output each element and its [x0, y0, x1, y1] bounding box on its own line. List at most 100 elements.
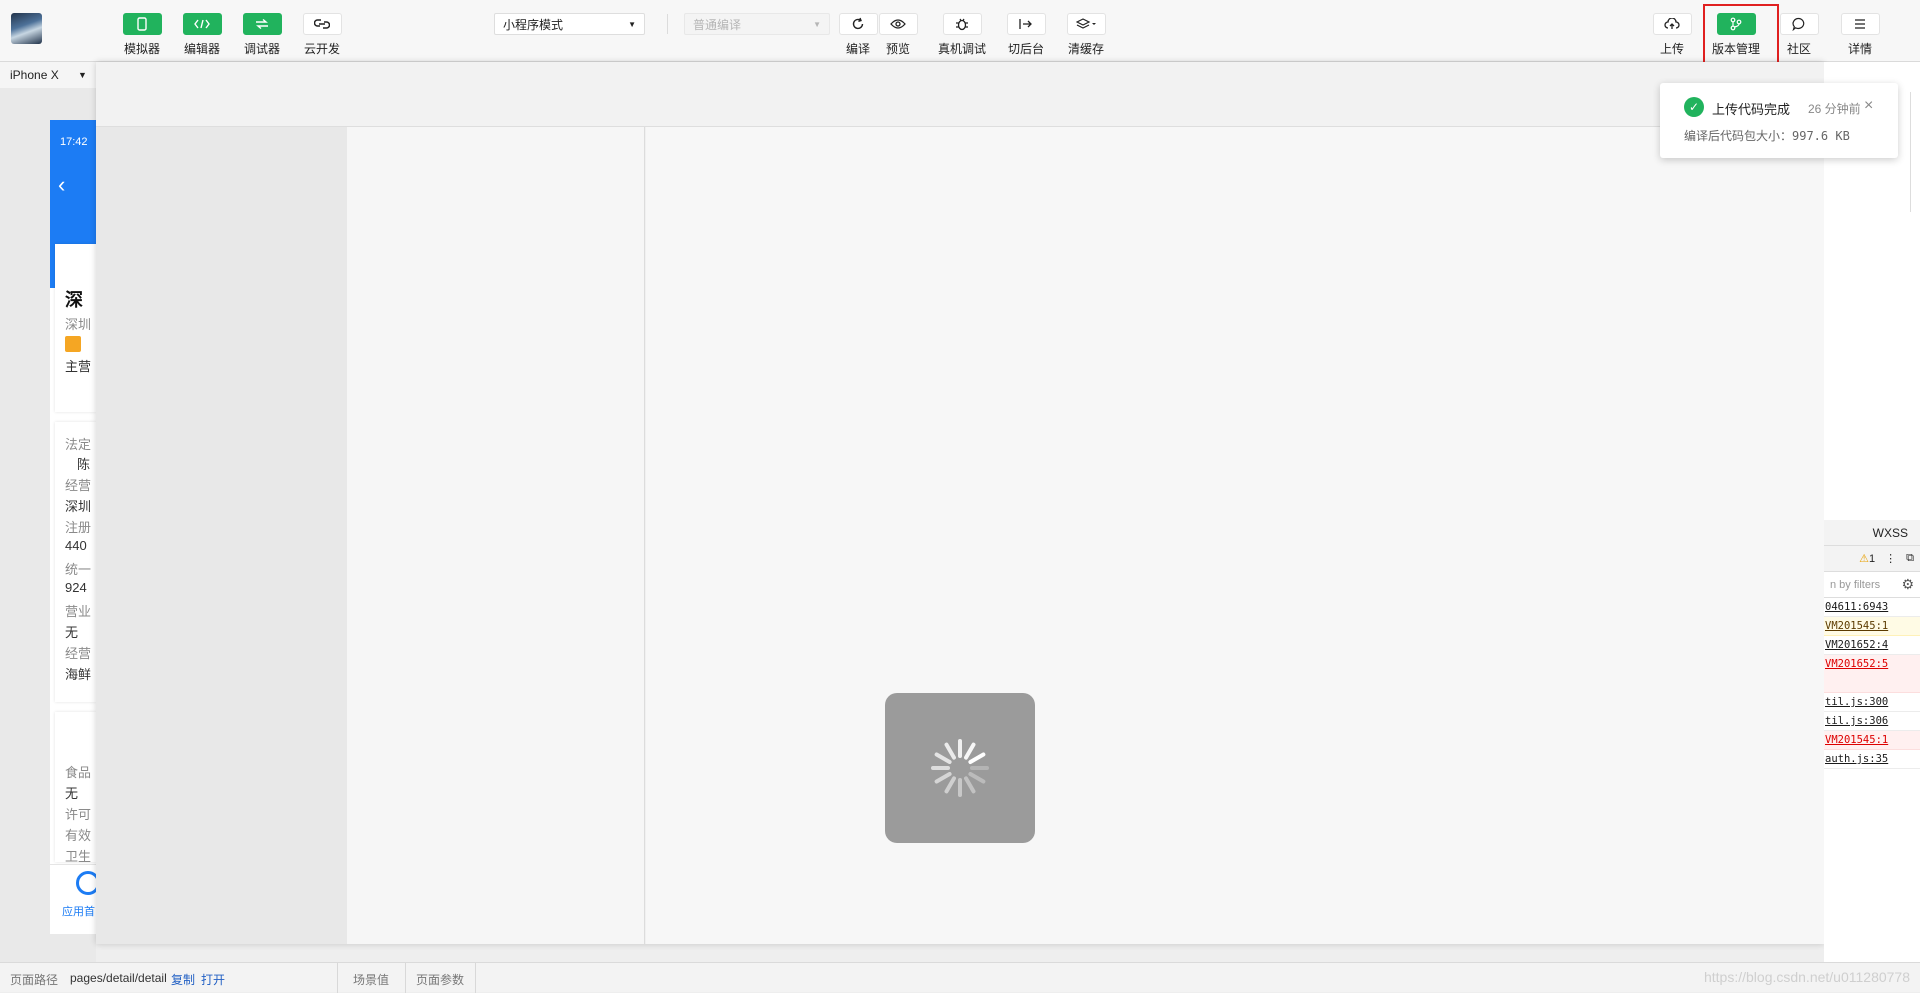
tab-wxss-label: WXSS [1872, 525, 1908, 540]
divider [667, 14, 668, 34]
spinner-spoke [968, 772, 986, 784]
tab-wxss[interactable]: WXSS [1824, 520, 1920, 546]
divider [337, 963, 338, 993]
console-log-line[interactable]: VM201652:4 [1824, 636, 1920, 655]
link-icon [302, 13, 342, 35]
upload-button[interactable]: 上传 [1645, 13, 1699, 57]
device-debug-label: 真机调试 [937, 42, 986, 56]
debugger-label: 调试器 [243, 42, 280, 56]
console-error-line[interactable]: VM201652:5 [1824, 655, 1920, 693]
watermark: https://blog.csdn.net/u011280778 [1703, 969, 1910, 985]
console-log-line[interactable]: til.js:306 [1824, 712, 1920, 731]
info-value: 无 [65, 625, 79, 640]
compile-select-value: 普通编译 [693, 17, 742, 32]
spinner-spoke [944, 742, 956, 760]
divider [405, 963, 406, 993]
loading-spinner [885, 693, 1035, 843]
console-filter[interactable]: n by filters ⚙ [1824, 572, 1920, 598]
devtools-scrollbar[interactable] [1910, 92, 1920, 212]
app-logo[interactable] [11, 13, 42, 44]
more-options-icon[interactable]: ⋮ [1885, 552, 1896, 565]
spinner-spoke [964, 742, 976, 760]
page-params-tab[interactable]: 页面参数 [416, 971, 464, 988]
editor-label: 编辑器 [183, 42, 220, 56]
cloud-dev-label: 云开发 [303, 42, 340, 56]
spinner-spoke [934, 772, 952, 784]
version-management-panel [96, 62, 1824, 944]
success-check-icon: ✓ [1684, 97, 1704, 117]
undock-icon[interactable]: ⧉ [1906, 552, 1914, 565]
gear-icon[interactable]: ⚙ [1901, 576, 1914, 593]
info-label: 卫生 [65, 849, 92, 864]
panel-content [646, 127, 1824, 944]
info-value: 无 [65, 786, 79, 801]
details-button[interactable]: 详情 [1833, 13, 1887, 57]
clear-cache-button[interactable]: 清缓存 [1059, 13, 1113, 57]
menu-icon [1840, 13, 1880, 35]
panel-list [347, 127, 645, 944]
info-label: 经营 [65, 646, 92, 661]
info-label: 许可 [65, 807, 92, 822]
back-arrow-icon[interactable]: ‹ [58, 174, 65, 196]
mode-select[interactable]: 小程序模式 ▼ [494, 13, 645, 35]
community-label: 社区 [1786, 42, 1811, 56]
close-icon[interactable]: × [1864, 97, 1873, 115]
copy-path-link[interactable]: 复制 [171, 971, 195, 988]
company-subtitle: 深圳 [65, 317, 92, 332]
simulator-button[interactable]: 模拟器 [115, 13, 169, 57]
home-icon[interactable] [76, 871, 96, 895]
badge-icon [65, 336, 81, 352]
background-button[interactable]: 切后台 [999, 13, 1053, 57]
simulator-panel: 17:42 ‹ 深 深圳 主营 法定 陈 经营 深圳 注册 440 统一 924… [0, 88, 96, 962]
scene-value-tab[interactable]: 场景值 [353, 971, 389, 988]
debugger-button[interactable]: 调试器 [235, 13, 289, 57]
info-value: 深圳 [65, 499, 92, 514]
console-error-line[interactable]: VM201545:1 [1824, 731, 1920, 750]
swap-icon [242, 13, 282, 35]
phone-screen: 17:42 ‹ 深 深圳 主营 法定 陈 经营 深圳 注册 440 统一 924… [50, 120, 96, 934]
tab-home-label[interactable]: 应用首 [62, 903, 95, 919]
info-label: 经营 [65, 478, 92, 493]
main-business-label: 主营 [65, 359, 92, 374]
device-select[interactable]: iPhone X ▼ [0, 62, 100, 88]
console-log-line[interactable]: til.js:300 [1824, 693, 1920, 712]
compile-select[interactable]: 普通编译 ▼ [684, 13, 830, 35]
console-log-line[interactable]: 04611:6943 [1824, 598, 1920, 617]
eye-icon [878, 13, 918, 35]
toolbar: 模拟器 编辑器 调试器 云开发 小程序模式 ▼ 普通编译 ▼ 编译 预览 真机调… [0, 0, 1920, 68]
code-icon [182, 13, 222, 35]
status-time: 17:42 [60, 136, 88, 148]
chevron-down-icon: ▼ [78, 70, 87, 80]
caret-down-icon: ▼ [628, 19, 636, 29]
clear-cache-label: 清缓存 [1067, 42, 1104, 56]
mode-select-value: 小程序模式 [503, 17, 564, 32]
details-label: 详情 [1847, 42, 1872, 56]
layers-icon [1066, 13, 1106, 35]
community-button[interactable]: 社区 [1772, 13, 1826, 57]
editor-button[interactable]: 编辑器 [175, 13, 229, 57]
console-log-line[interactable]: auth.js:35 [1824, 750, 1920, 769]
highlight-annotation [1703, 4, 1779, 68]
spinner-spoke [964, 776, 976, 794]
filter-input[interactable]: n by filters [1830, 579, 1880, 591]
notification-title: 上传代码完成 [1712, 102, 1791, 117]
info-label: 注册 [65, 520, 92, 535]
cloud-dev-button[interactable]: 云开发 [295, 13, 349, 57]
spinner-spoke [968, 752, 986, 764]
info-label: 食品 [65, 765, 92, 780]
console-warning-line[interactable]: VM201545:1 [1824, 617, 1920, 636]
device-debug-button[interactable]: 真机调试 [935, 13, 989, 57]
info-value: 440 [65, 538, 87, 553]
bug-icon [942, 13, 982, 35]
open-path-link[interactable]: 打开 [201, 971, 225, 988]
info-value: 海鲜 [65, 667, 92, 682]
preview-button[interactable]: 预览 [871, 13, 925, 57]
warning-count[interactable]: ⚠1 [1859, 552, 1875, 565]
spinner-icon [931, 739, 989, 797]
company-card: 深 深圳 主营 [55, 244, 96, 412]
info-label: 法定 [65, 437, 92, 452]
chat-bubble-icon [1779, 13, 1819, 35]
cloud-upload-icon [1652, 13, 1692, 35]
info-value: 陈 [77, 457, 91, 472]
info-label: 统一 [65, 562, 92, 577]
